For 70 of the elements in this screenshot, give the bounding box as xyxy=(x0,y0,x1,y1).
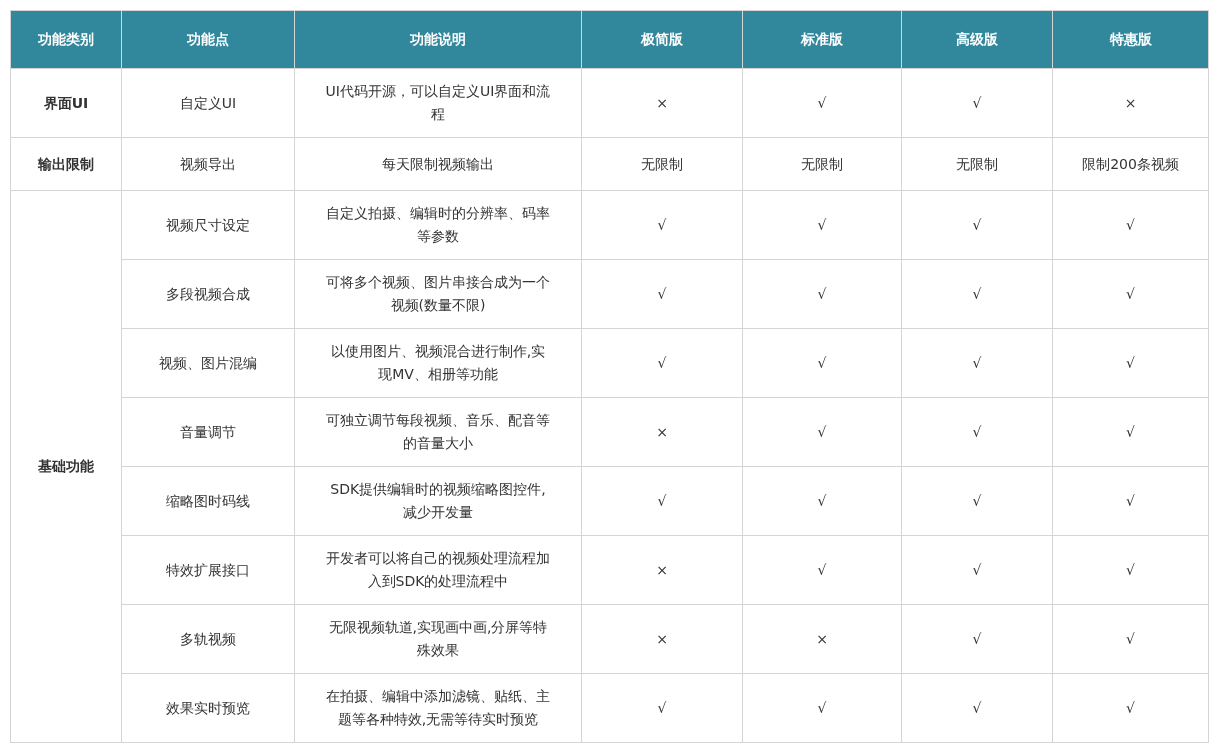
edition-cell: √ xyxy=(742,466,902,536)
edition-cell: √ xyxy=(742,190,902,260)
edition-cell: √ xyxy=(581,190,743,260)
edition-cell: √ xyxy=(901,535,1053,605)
category-cell: 界面UI xyxy=(10,68,122,138)
description-cell: 自定义拍摄、编辑时的分辨率、码率等参数 xyxy=(294,190,582,260)
edition-cell: × xyxy=(742,604,902,674)
edition-cell: √ xyxy=(901,466,1053,536)
feature-cell: 多轨视频 xyxy=(121,604,295,674)
edition-cell: × xyxy=(1052,68,1209,138)
edition-cell: √ xyxy=(742,673,902,743)
edition-cell: √ xyxy=(1052,259,1209,329)
description-cell: 无限视频轨道,实现画中画,分屏等特殊效果 xyxy=(294,604,582,674)
edition-cell: √ xyxy=(742,259,902,329)
description-cell: 开发者可以将自己的视频处理流程加入到SDK的处理流程中 xyxy=(294,535,582,605)
column-header: 功能点 xyxy=(121,10,295,69)
category-cell: 输出限制 xyxy=(10,137,122,191)
edition-cell: 无限制 xyxy=(742,137,902,191)
edition-cell: √ xyxy=(901,397,1053,467)
description-cell: 每天限制视频输出 xyxy=(294,137,582,191)
column-header: 高级版 xyxy=(901,10,1053,69)
edition-cell: √ xyxy=(1052,535,1209,605)
edition-cell: 无限制 xyxy=(581,137,743,191)
column-header: 功能类别 xyxy=(10,10,122,69)
edition-cell: √ xyxy=(901,673,1053,743)
edition-cell: × xyxy=(581,604,743,674)
category-cell: 基础功能 xyxy=(10,190,122,743)
column-header: 特惠版 xyxy=(1052,10,1209,69)
edition-cell: √ xyxy=(1052,190,1209,260)
edition-cell: √ xyxy=(901,190,1053,260)
edition-cell: √ xyxy=(901,604,1053,674)
feature-cell: 效果实时预览 xyxy=(121,673,295,743)
edition-cell: √ xyxy=(742,328,902,398)
edition-cell: √ xyxy=(901,259,1053,329)
edition-cell: √ xyxy=(581,328,743,398)
edition-cell: √ xyxy=(581,673,743,743)
feature-cell: 特效扩展接口 xyxy=(121,535,295,605)
edition-cell: × xyxy=(581,535,743,605)
description-cell: 在拍摄、编辑中添加滤镜、贴纸、主题等各种特效,无需等待实时预览 xyxy=(294,673,582,743)
description-cell: 可独立调节每段视频、音乐、配音等的音量大小 xyxy=(294,397,582,467)
description-cell: 可将多个视频、图片串接合成为一个视频(数量不限) xyxy=(294,259,582,329)
feature-cell: 视频尺寸设定 xyxy=(121,190,295,260)
edition-cell: √ xyxy=(1052,673,1209,743)
column-header: 极简版 xyxy=(581,10,743,69)
edition-cell: √ xyxy=(901,328,1053,398)
edition-cell: √ xyxy=(1052,604,1209,674)
feature-cell: 视频、图片混编 xyxy=(121,328,295,398)
edition-cell: √ xyxy=(1052,397,1209,467)
edition-cell: √ xyxy=(742,535,902,605)
edition-cell: √ xyxy=(1052,328,1209,398)
edition-cell: √ xyxy=(581,259,743,329)
description-cell: 以使用图片、视频混合进行制作,实现MV、相册等功能 xyxy=(294,328,582,398)
edition-cell: × xyxy=(581,68,743,138)
description-cell: UI代码开源，可以自定义UI界面和流程 xyxy=(294,68,582,138)
feature-cell: 多段视频合成 xyxy=(121,259,295,329)
column-header: 标准版 xyxy=(742,10,902,69)
edition-cell: 限制200条视频 xyxy=(1052,137,1209,191)
edition-cell: √ xyxy=(742,397,902,467)
feature-cell: 自定义UI xyxy=(121,68,295,138)
column-header: 功能说明 xyxy=(294,10,582,69)
edition-cell: √ xyxy=(742,68,902,138)
edition-cell: √ xyxy=(1052,466,1209,536)
feature-cell: 缩略图时码线 xyxy=(121,466,295,536)
edition-cell: √ xyxy=(581,466,743,536)
description-cell: SDK提供编辑时的视频缩略图控件,减少开发量 xyxy=(294,466,582,536)
feature-cell: 音量调节 xyxy=(121,397,295,467)
edition-cell: × xyxy=(581,397,743,467)
edition-cell: √ xyxy=(901,68,1053,138)
feature-cell: 视频导出 xyxy=(121,137,295,191)
edition-cell: 无限制 xyxy=(901,137,1053,191)
